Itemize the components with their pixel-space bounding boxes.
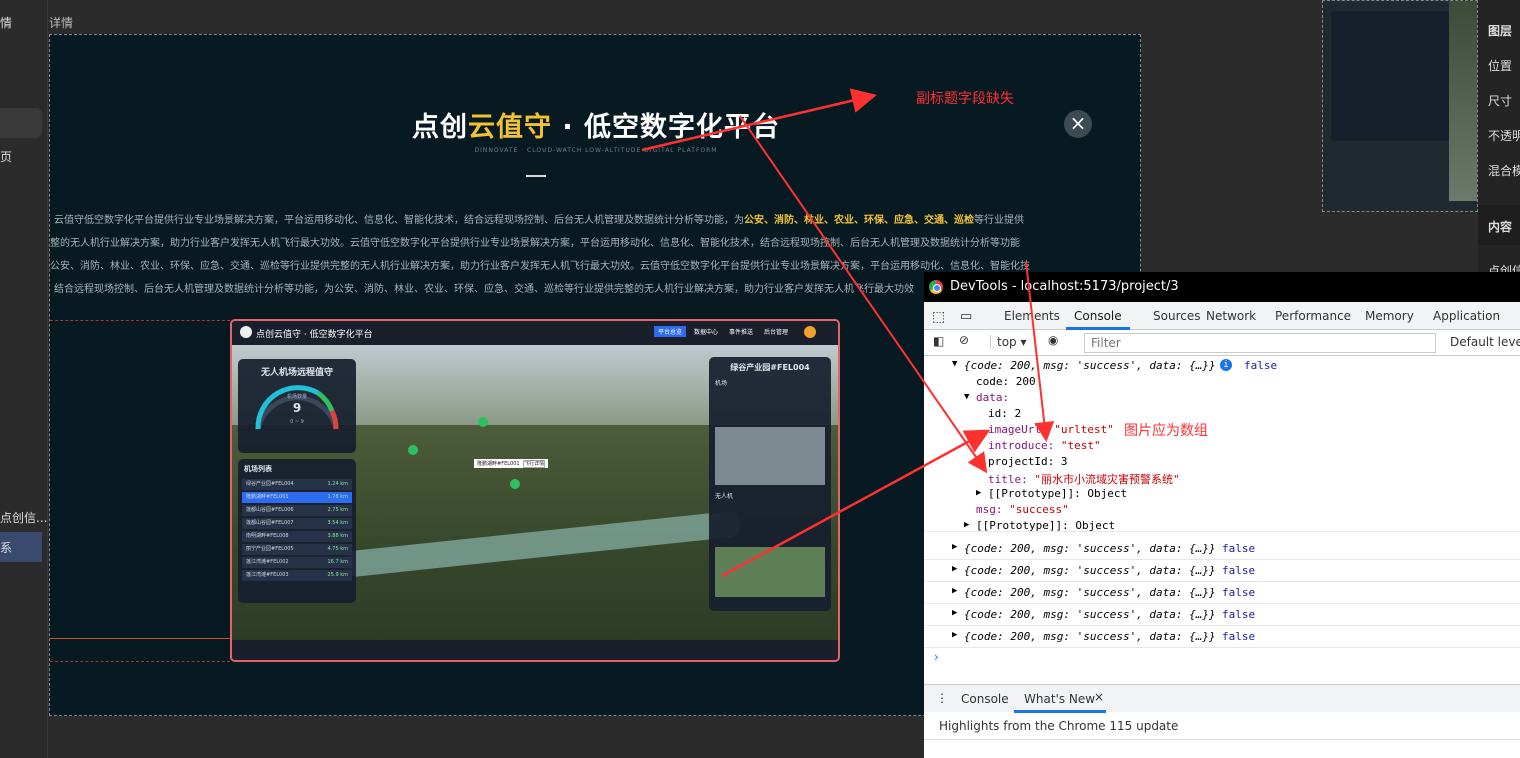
- annotation-arrow: [1025, 261, 1055, 442]
- annotation-arrow: [739, 115, 988, 474]
- annotation-subtitle-missing: 副标题字段缺失: [916, 91, 1014, 107]
- annotation-image-array: 图片应为数组: [1124, 423, 1208, 439]
- annotation-arrow: [721, 429, 991, 578]
- annotation-arrows: [641, 88, 1055, 578]
